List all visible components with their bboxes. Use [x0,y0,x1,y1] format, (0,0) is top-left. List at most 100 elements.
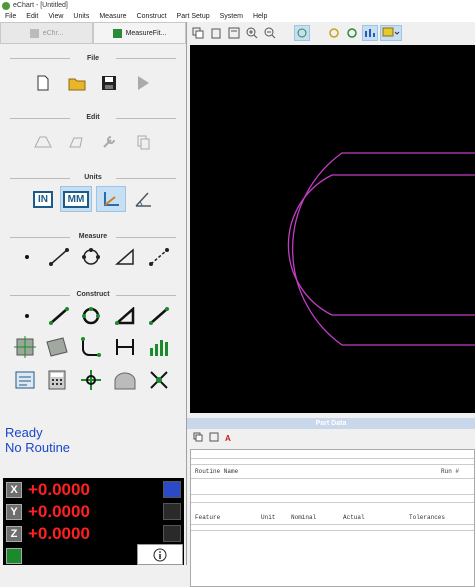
menu-help[interactable]: Help [248,13,272,20]
tab-echart[interactable]: eChr... [0,22,93,44]
col-nominal: Nominal [291,514,317,521]
grid-line [191,502,474,503]
report-button[interactable] [12,369,38,391]
circle-icon [329,28,339,38]
angle-units-button[interactable] [130,188,156,210]
comment-button[interactable] [380,25,402,41]
construct-angle-button[interactable] [112,305,138,327]
calculator-button[interactable] [44,369,70,391]
fit-view-button[interactable] [294,25,310,41]
probe-button[interactable] [112,369,138,391]
menu-view[interactable]: View [43,13,68,20]
open-file-button[interactable] [64,72,90,94]
measure-angle-button[interactable] [112,246,138,268]
col-feature: Feature [195,514,221,521]
play-icon [138,76,149,90]
menu-construct[interactable]: Construct [132,13,172,20]
info-icon [153,548,167,561]
dro-zero-y-button[interactable] [163,525,181,542]
col-actual: Actual [343,514,365,521]
run-button[interactable] [130,72,156,94]
window-view-button[interactable] [226,25,242,41]
grid-line [191,530,474,531]
dro-zero-x-button[interactable] [163,503,181,520]
construct-histogram-button[interactable] [146,336,172,358]
axis-z-button[interactable]: Z [6,526,22,542]
copy-button[interactable] [130,131,156,153]
construct-distance-button[interactable] [146,305,172,327]
menu-edit[interactable]: Edit [21,13,43,20]
units-inch-button[interactable]: IN [30,188,56,210]
construct-line-button[interactable] [46,305,72,327]
calculator-icon [48,370,66,390]
line-icon [49,307,69,325]
info-button[interactable] [137,544,183,565]
axes-icon [104,192,119,206]
edit-step-button[interactable] [64,131,90,153]
menu-system[interactable]: System [215,13,248,20]
angle-icon [115,307,135,325]
skew-button[interactable] [146,369,172,391]
axis-y-button[interactable]: Y [6,504,22,520]
zoom-in-button[interactable] [244,25,260,41]
move-origin-button[interactable] [78,369,104,391]
axis-x-button[interactable]: X [6,482,22,498]
comment-icon [382,27,400,37]
measure-point-button[interactable] [14,246,40,268]
tab-measurefit-label: MeasureFit... [125,29,167,37]
new-file-button[interactable] [30,72,56,94]
chart-button[interactable] [362,25,378,41]
point-icon [25,314,29,318]
construct-slot-button[interactable] [44,336,70,358]
menu-file[interactable]: File [0,13,21,20]
arc-icon [81,337,101,357]
copy-icon [193,432,203,442]
dro-value-y: +0.0000 [28,502,90,521]
menu-part-setup[interactable]: Part Setup [172,13,215,20]
measure-distance-button[interactable] [146,246,172,268]
construct-circle-button[interactable] [78,305,104,327]
left-tabs: eChr... MeasureFit... [0,22,186,44]
graphics-view[interactable] [190,45,475,413]
distance-icon [149,248,169,266]
width-icon [116,339,134,355]
dro-aa-button[interactable] [163,481,181,498]
coordinate-system-button[interactable] [96,186,126,212]
line-icon [49,248,69,266]
dro-mode-button[interactable] [6,548,22,564]
results-font-button[interactable]: A [225,434,231,443]
menu-units[interactable]: Units [68,13,94,20]
measure-line-button[interactable] [46,246,72,268]
results-grid[interactable]: Routine Name Run # Feature Unit Nominal … [190,449,475,587]
move-icon [81,370,101,390]
results-copy-button[interactable] [193,432,203,444]
construct-width-button[interactable] [112,336,138,358]
overlay-ring-button[interactable] [344,25,360,41]
save-file-button[interactable] [96,72,122,94]
construct-rectangle-button[interactable] [12,336,38,358]
histogram-icon [150,340,168,356]
edit-tool-button[interactable] [96,131,122,153]
col-tolerances: Tolerances [409,514,446,521]
profile-drawing [287,152,475,346]
overlay-circle-button[interactable] [326,25,342,41]
construct-point-button[interactable] [14,305,40,327]
angle-icon [115,248,134,265]
zoom-out-button[interactable] [262,25,278,41]
copy-view-button[interactable] [190,25,206,41]
edit-feature-button[interactable] [30,131,56,153]
measure-circle-button[interactable] [78,246,104,268]
results-paste-button[interactable] [209,432,219,444]
construct-arc-button[interactable] [78,336,104,358]
dro-value-z: +0.0000 [28,524,90,543]
menu-measure[interactable]: Measure [94,13,131,20]
paste-view-button[interactable] [208,25,224,41]
results-toolbar: A [187,430,475,446]
circle-icon [82,307,100,325]
routine-name-header: Routine Name [195,468,239,475]
tab-measurefit[interactable]: MeasureFit... [93,22,186,44]
units-mm-button[interactable]: MM [60,186,92,212]
grid-line [191,464,474,465]
wrench-icon [103,136,115,148]
results-panel-title: Part Data [187,418,475,429]
